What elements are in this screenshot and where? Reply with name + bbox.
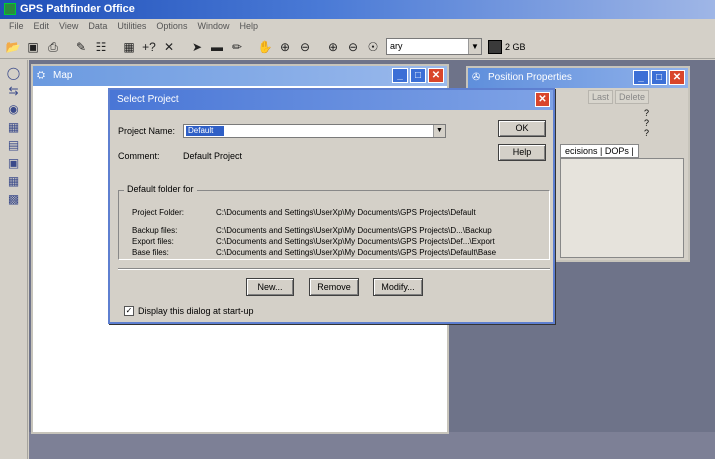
close-icon[interactable]: ✕ — [535, 92, 550, 107]
zoom-in-icon[interactable]: ⊕ — [276, 38, 294, 56]
maximize-icon[interactable]: □ — [410, 68, 426, 83]
layers-icon[interactable]: ▦ — [120, 38, 138, 56]
ok-button[interactable]: OK — [498, 120, 546, 137]
minimize-icon[interactable]: _ — [633, 70, 649, 85]
menu-file[interactable]: File — [4, 19, 29, 35]
startup-checkbox-label[interactable]: Display this dialog at start-up — [138, 306, 254, 316]
measure-icon[interactable]: ▬ — [208, 38, 226, 56]
menu-utilities[interactable]: Utilities — [112, 19, 151, 35]
map-icon[interactable]: ▦ — [5, 120, 23, 135]
help-cursor-icon[interactable]: +? — [140, 38, 158, 56]
help-button[interactable]: Help — [498, 144, 546, 161]
comment-value: Default Project — [183, 151, 243, 161]
value-unknown: ? — [644, 108, 650, 118]
select-project-dialog: Select Project ✕ Project Name: Default ▼… — [108, 88, 555, 324]
folder-label: Base files: — [132, 248, 169, 257]
data-transfer-icon[interactable]: ⇆ — [5, 84, 23, 99]
position-window-title: Position Properties — [488, 72, 572, 83]
folder-label: Backup files: — [132, 226, 178, 235]
menu-window[interactable]: Window — [192, 19, 234, 35]
position-window-title-bar[interactable]: ✇ Position Properties _ □ ✕ — [468, 68, 688, 88]
save-icon[interactable]: ▣ — [24, 38, 42, 56]
value-unknown: ? — [644, 128, 650, 138]
app-title: GPS Pathfinder Office — [20, 3, 135, 15]
data-file-icon[interactable]: ✎ — [72, 38, 90, 56]
toolbar-combo[interactable]: ary ▼ — [386, 38, 482, 55]
map-window-icon: ⛭ — [37, 70, 45, 81]
zoom-in-alt-icon[interactable]: ⊕ — [324, 38, 342, 56]
photo-icon[interactable]: ▩ — [5, 192, 23, 207]
zoom-out-alt-icon[interactable]: ⊖ — [344, 38, 362, 56]
map-window-title: Map — [53, 70, 73, 81]
memory-label: 2 GB — [505, 41, 526, 52]
startup-checkbox[interactable]: ✓ — [124, 306, 134, 316]
position-window-icon: ✇ — [472, 72, 481, 83]
close-icon[interactable]: ✕ — [428, 68, 444, 83]
chevron-down-icon[interactable]: ▼ — [433, 125, 445, 137]
position-tab-pane — [560, 158, 684, 258]
folder-path: C:\Documents and Settings\UserXp\My Docu… — [216, 248, 497, 257]
menu-bar: File Edit View Data Utilities Options Wi… — [0, 19, 715, 35]
zoom-out-icon[interactable]: ⊖ — [296, 38, 314, 56]
left-toolbar: ◯ ⇆ ◉ ▦ ▤ ▣ ▦ ▩ — [0, 60, 28, 459]
startup-checkbox-row[interactable]: ✓ Display this dialog at start-up — [124, 306, 254, 316]
app-window: GPS Pathfinder Office File Edit View Dat… — [0, 0, 715, 459]
new-button[interactable]: New... — [246, 278, 294, 296]
globe-icon[interactable]: ☉ — [364, 38, 382, 56]
pencil-icon[interactable]: ✏ — [228, 38, 246, 56]
menu-options[interactable]: Options — [151, 19, 192, 35]
gps-icon[interactable]: ◉ — [5, 102, 23, 117]
open-folder-icon[interactable]: 📂 — [4, 38, 22, 56]
menu-edit[interactable]: Edit — [29, 19, 55, 35]
memory-chip-icon — [488, 39, 502, 54]
toolbar-combo-value: ary — [390, 41, 403, 51]
print-icon[interactable]: ⎙ — [44, 38, 62, 56]
close-icon[interactable]: ✕ — [669, 70, 685, 85]
dialog-title-bar[interactable]: Select Project ✕ — [110, 90, 553, 110]
modify-button[interactable]: Modify... — [373, 278, 423, 296]
menu-help[interactable]: Help — [234, 19, 263, 35]
select-arrow-icon[interactable]: ➤ — [188, 38, 206, 56]
project-name-label: Project Name: — [118, 126, 176, 136]
remove-button[interactable]: Remove — [309, 278, 359, 296]
folder-path: C:\Documents and Settings\UserXp\My Docu… — [216, 208, 476, 217]
maximize-icon[interactable]: □ — [651, 70, 667, 85]
delete-button[interactable]: Delete — [615, 90, 650, 104]
map-window-title-bar[interactable]: ⛭ Map _ □ ✕ — [33, 66, 447, 86]
pan-icon[interactable]: ✋ — [256, 38, 274, 56]
project-name-value: Default — [186, 126, 224, 136]
project-name-select[interactable]: Default ▼ — [183, 124, 446, 138]
dialog-title: Select Project — [117, 94, 179, 105]
divider — [118, 268, 550, 270]
folder-label: Export files: — [132, 237, 174, 246]
grid-icon[interactable]: ▦ — [5, 174, 23, 189]
memory-indicator: 2 GB — [484, 39, 526, 54]
toolbar: 📂 ▣ ⎙ ✎ ☷ ▦ +? ✕ ➤ ▬ ✏ ✋ ⊕ ⊖ ⊕ ⊖ ☉ ary ▼… — [0, 35, 715, 59]
app-icon — [4, 3, 16, 15]
folder-label: Project Folder: — [132, 208, 185, 217]
position-buttons: Last Delete — [588, 90, 650, 104]
menu-view[interactable]: View — [54, 19, 83, 35]
tab-dops[interactable]: ecisions | DOPs | — [560, 144, 639, 158]
comment-label: Comment: — [118, 151, 160, 161]
minimize-icon[interactable]: _ — [392, 68, 408, 83]
cut-icon[interactable]: ✕ — [160, 38, 178, 56]
mdi-floor — [29, 432, 715, 459]
menu-data[interactable]: Data — [83, 19, 112, 35]
value-unknown: ? — [644, 118, 650, 128]
position-window-controls: _ □ ✕ — [633, 70, 685, 85]
map-window-controls: _ □ ✕ — [392, 68, 444, 83]
app-title-bar: GPS Pathfinder Office — [0, 0, 715, 19]
default-folder-caption: Default folder for — [124, 184, 197, 194]
folder-path: C:\Documents and Settings\UserXp\My Docu… — [216, 226, 492, 235]
satellite-icon[interactable]: ◯ — [5, 66, 23, 81]
camera-icon[interactable]: ▣ — [5, 156, 23, 171]
import-icon[interactable]: ☷ — [92, 38, 110, 56]
last-button[interactable]: Last — [588, 90, 614, 104]
chart-icon[interactable]: ▤ — [5, 138, 23, 153]
folder-path: C:\Documents and Settings\UserXp\My Docu… — [216, 237, 495, 246]
chevron-down-icon[interactable]: ▼ — [468, 39, 481, 54]
